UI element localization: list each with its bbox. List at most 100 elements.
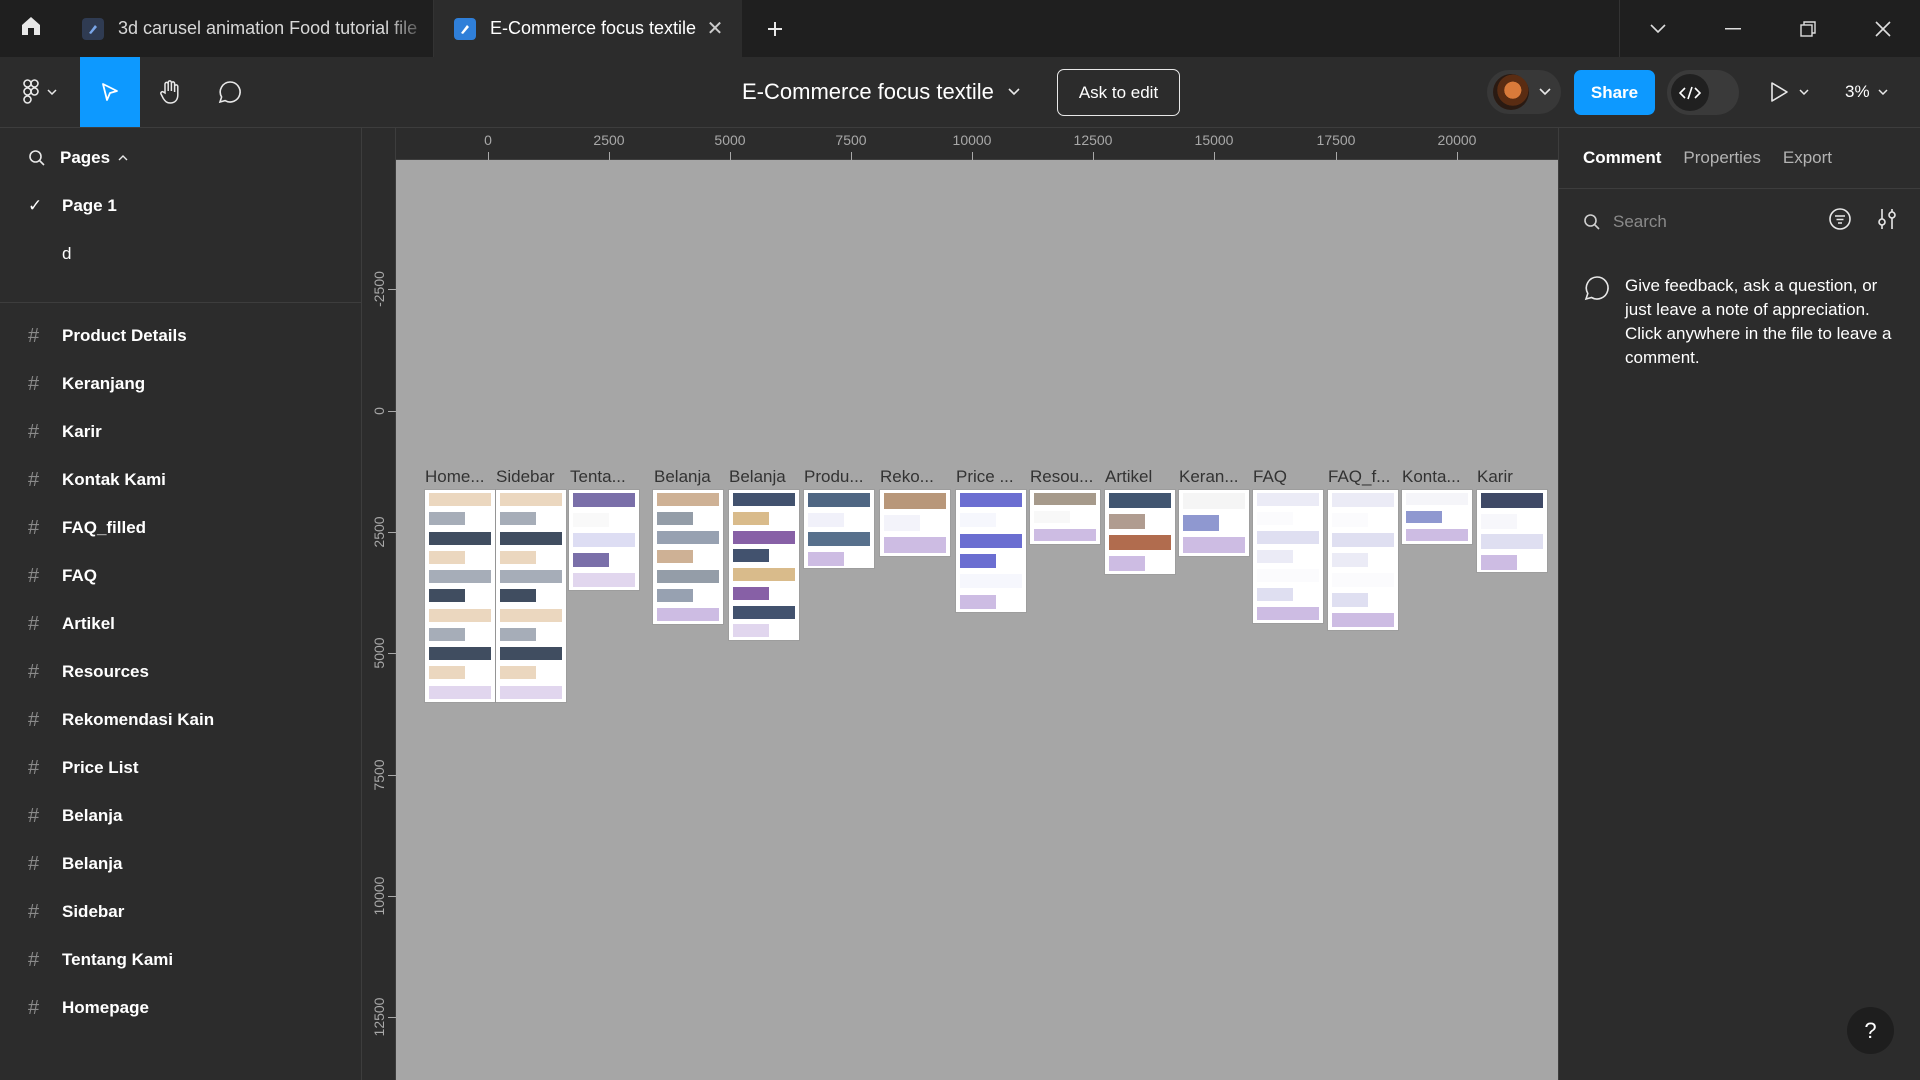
frame-label[interactable]: FAQ: [1253, 467, 1287, 487]
frame-content-block: [429, 550, 465, 564]
present-button[interactable]: [1769, 57, 1809, 127]
pages-header[interactable]: Pages: [28, 148, 128, 168]
layer-item[interactable]: # Artikel: [28, 612, 115, 636]
frame-label[interactable]: Belanja: [654, 467, 711, 487]
move-tool[interactable]: [80, 57, 140, 127]
layer-item[interactable]: # Homepage: [28, 996, 149, 1020]
settings-icon[interactable]: [1876, 207, 1898, 231]
check-icon: ✓: [28, 196, 43, 215]
frame-content-block: [1332, 493, 1394, 507]
new-tab-button[interactable]: [760, 0, 790, 57]
dev-mode-toggle[interactable]: [1667, 70, 1739, 115]
ruler-tick-label: 10000: [371, 876, 387, 916]
comment-search[interactable]: Search: [1583, 205, 1823, 239]
frame-thumbnail[interactable]: [1105, 490, 1175, 574]
layer-label: Kontak Kami: [62, 470, 166, 489]
ruler-tick: [388, 411, 396, 412]
frame-label[interactable]: Karir: [1477, 467, 1513, 487]
frame-thumbnail[interactable]: [1030, 490, 1100, 544]
page-item-page-1[interactable]: ✓ Page 1: [28, 196, 117, 216]
hand-tool[interactable]: [140, 57, 200, 127]
move-tool-icon: [102, 83, 118, 101]
layer-item[interactable]: # Price List: [28, 756, 139, 780]
frame-thumbnail[interactable]: [729, 490, 799, 640]
layer-item[interactable]: # Karir: [28, 420, 102, 444]
frame-icon: #: [28, 468, 40, 491]
frame-thumbnail[interactable]: [804, 490, 874, 568]
layer-item[interactable]: # Resources: [28, 660, 149, 684]
frame-content-block: [960, 574, 1022, 589]
layer-item[interactable]: # Keranjang: [28, 372, 145, 396]
home-button[interactable]: [0, 0, 62, 57]
minimize-button[interactable]: [1695, 0, 1770, 57]
share-button[interactable]: Share: [1574, 70, 1655, 115]
frame-label[interactable]: Resou...: [1030, 467, 1093, 487]
tab-export[interactable]: Export: [1783, 148, 1832, 168]
tab-comment[interactable]: Comment: [1583, 148, 1661, 168]
frame-thumbnail[interactable]: [1253, 490, 1323, 623]
layer-item[interactable]: # FAQ_filled: [28, 516, 146, 540]
filter-icon[interactable]: [1828, 207, 1852, 231]
comment-tool[interactable]: [200, 57, 260, 127]
frame-label[interactable]: Sidebar: [496, 467, 555, 487]
user-menu[interactable]: [1487, 70, 1561, 114]
figma-window: 3d carusel animation Food tutorial file …: [0, 0, 1920, 1080]
tab-ecommerce[interactable]: E-Commerce focus textile ✕: [434, 0, 742, 57]
canvas[interactable]: Home... Sidebar Tenta... Belanja Belanja Prod…: [396, 160, 1558, 1080]
frame-content-block: [1183, 493, 1245, 509]
layer-label: Resources: [62, 662, 149, 681]
layer-item[interactable]: # Belanja: [28, 804, 122, 828]
frame-label[interactable]: Keran...: [1179, 467, 1239, 487]
close-tab-icon[interactable]: ✕: [700, 16, 730, 41]
zoom-menu[interactable]: 3%: [1845, 57, 1888, 127]
frame-thumbnail[interactable]: [1179, 490, 1249, 556]
layer-item[interactable]: # Belanja: [28, 852, 122, 876]
frame-content-block: [429, 627, 465, 641]
frame-label[interactable]: Belanja: [729, 467, 786, 487]
frame-thumbnail[interactable]: [1328, 490, 1398, 630]
main-menu-button[interactable]: [0, 57, 80, 127]
frame-content-block: [884, 515, 920, 531]
tab-properties[interactable]: Properties: [1683, 148, 1760, 168]
frame-label[interactable]: Price ...: [956, 467, 1014, 487]
frame-thumbnail[interactable]: [496, 490, 566, 702]
ask-to-edit-button[interactable]: Ask to edit: [1057, 69, 1180, 116]
tab-food-tutorial[interactable]: 3d carusel animation Food tutorial file: [62, 0, 434, 57]
layer-label: Product Details: [62, 326, 187, 345]
help-button[interactable]: ?: [1847, 1007, 1894, 1054]
layer-item[interactable]: # Kontak Kami: [28, 468, 166, 492]
frame-content-block: [573, 493, 635, 507]
frame-content-block: [573, 513, 609, 527]
frame-content-block: [1332, 533, 1394, 547]
frame-label[interactable]: FAQ_f...: [1328, 467, 1390, 487]
frame-content-block: [429, 666, 465, 680]
layer-item[interactable]: # Product Details: [28, 324, 187, 348]
page-item-d[interactable]: d: [28, 244, 71, 264]
frame-icon: #: [28, 612, 40, 635]
frame-thumbnail[interactable]: [1477, 490, 1547, 572]
layer-item[interactable]: # FAQ: [28, 564, 97, 588]
restore-button[interactable]: [1770, 0, 1845, 57]
frame-thumbnail[interactable]: [569, 490, 639, 590]
frame-thumbnail[interactable]: [1402, 490, 1472, 544]
frame-label[interactable]: Reko...: [880, 467, 934, 487]
close-window-button[interactable]: [1845, 0, 1920, 57]
frame-label[interactable]: Tenta...: [570, 467, 626, 487]
frame-label[interactable]: Produ...: [804, 467, 864, 487]
file-title-button[interactable]: E-Commerce focus textile: [742, 57, 1020, 127]
tabs-dropdown-button[interactable]: [1620, 0, 1695, 57]
chevron-down-icon: [1539, 88, 1551, 96]
layer-item[interactable]: # Tentang Kami: [28, 948, 173, 972]
layer-item[interactable]: # Sidebar: [28, 900, 124, 924]
frame-label[interactable]: Home...: [425, 467, 485, 487]
frame-label[interactable]: Konta...: [1402, 467, 1461, 487]
layer-item[interactable]: # Rekomendasi Kain: [28, 708, 214, 732]
frame-thumbnail[interactable]: [956, 490, 1026, 612]
frame-content-block: [1406, 529, 1468, 541]
frame-thumbnail[interactable]: [880, 490, 950, 556]
frame-thumbnail[interactable]: [425, 490, 495, 702]
frame-content-block: [1481, 534, 1543, 549]
frame-label[interactable]: Artikel: [1105, 467, 1152, 487]
frame-content-block: [960, 533, 1022, 548]
frame-thumbnail[interactable]: [653, 490, 723, 624]
